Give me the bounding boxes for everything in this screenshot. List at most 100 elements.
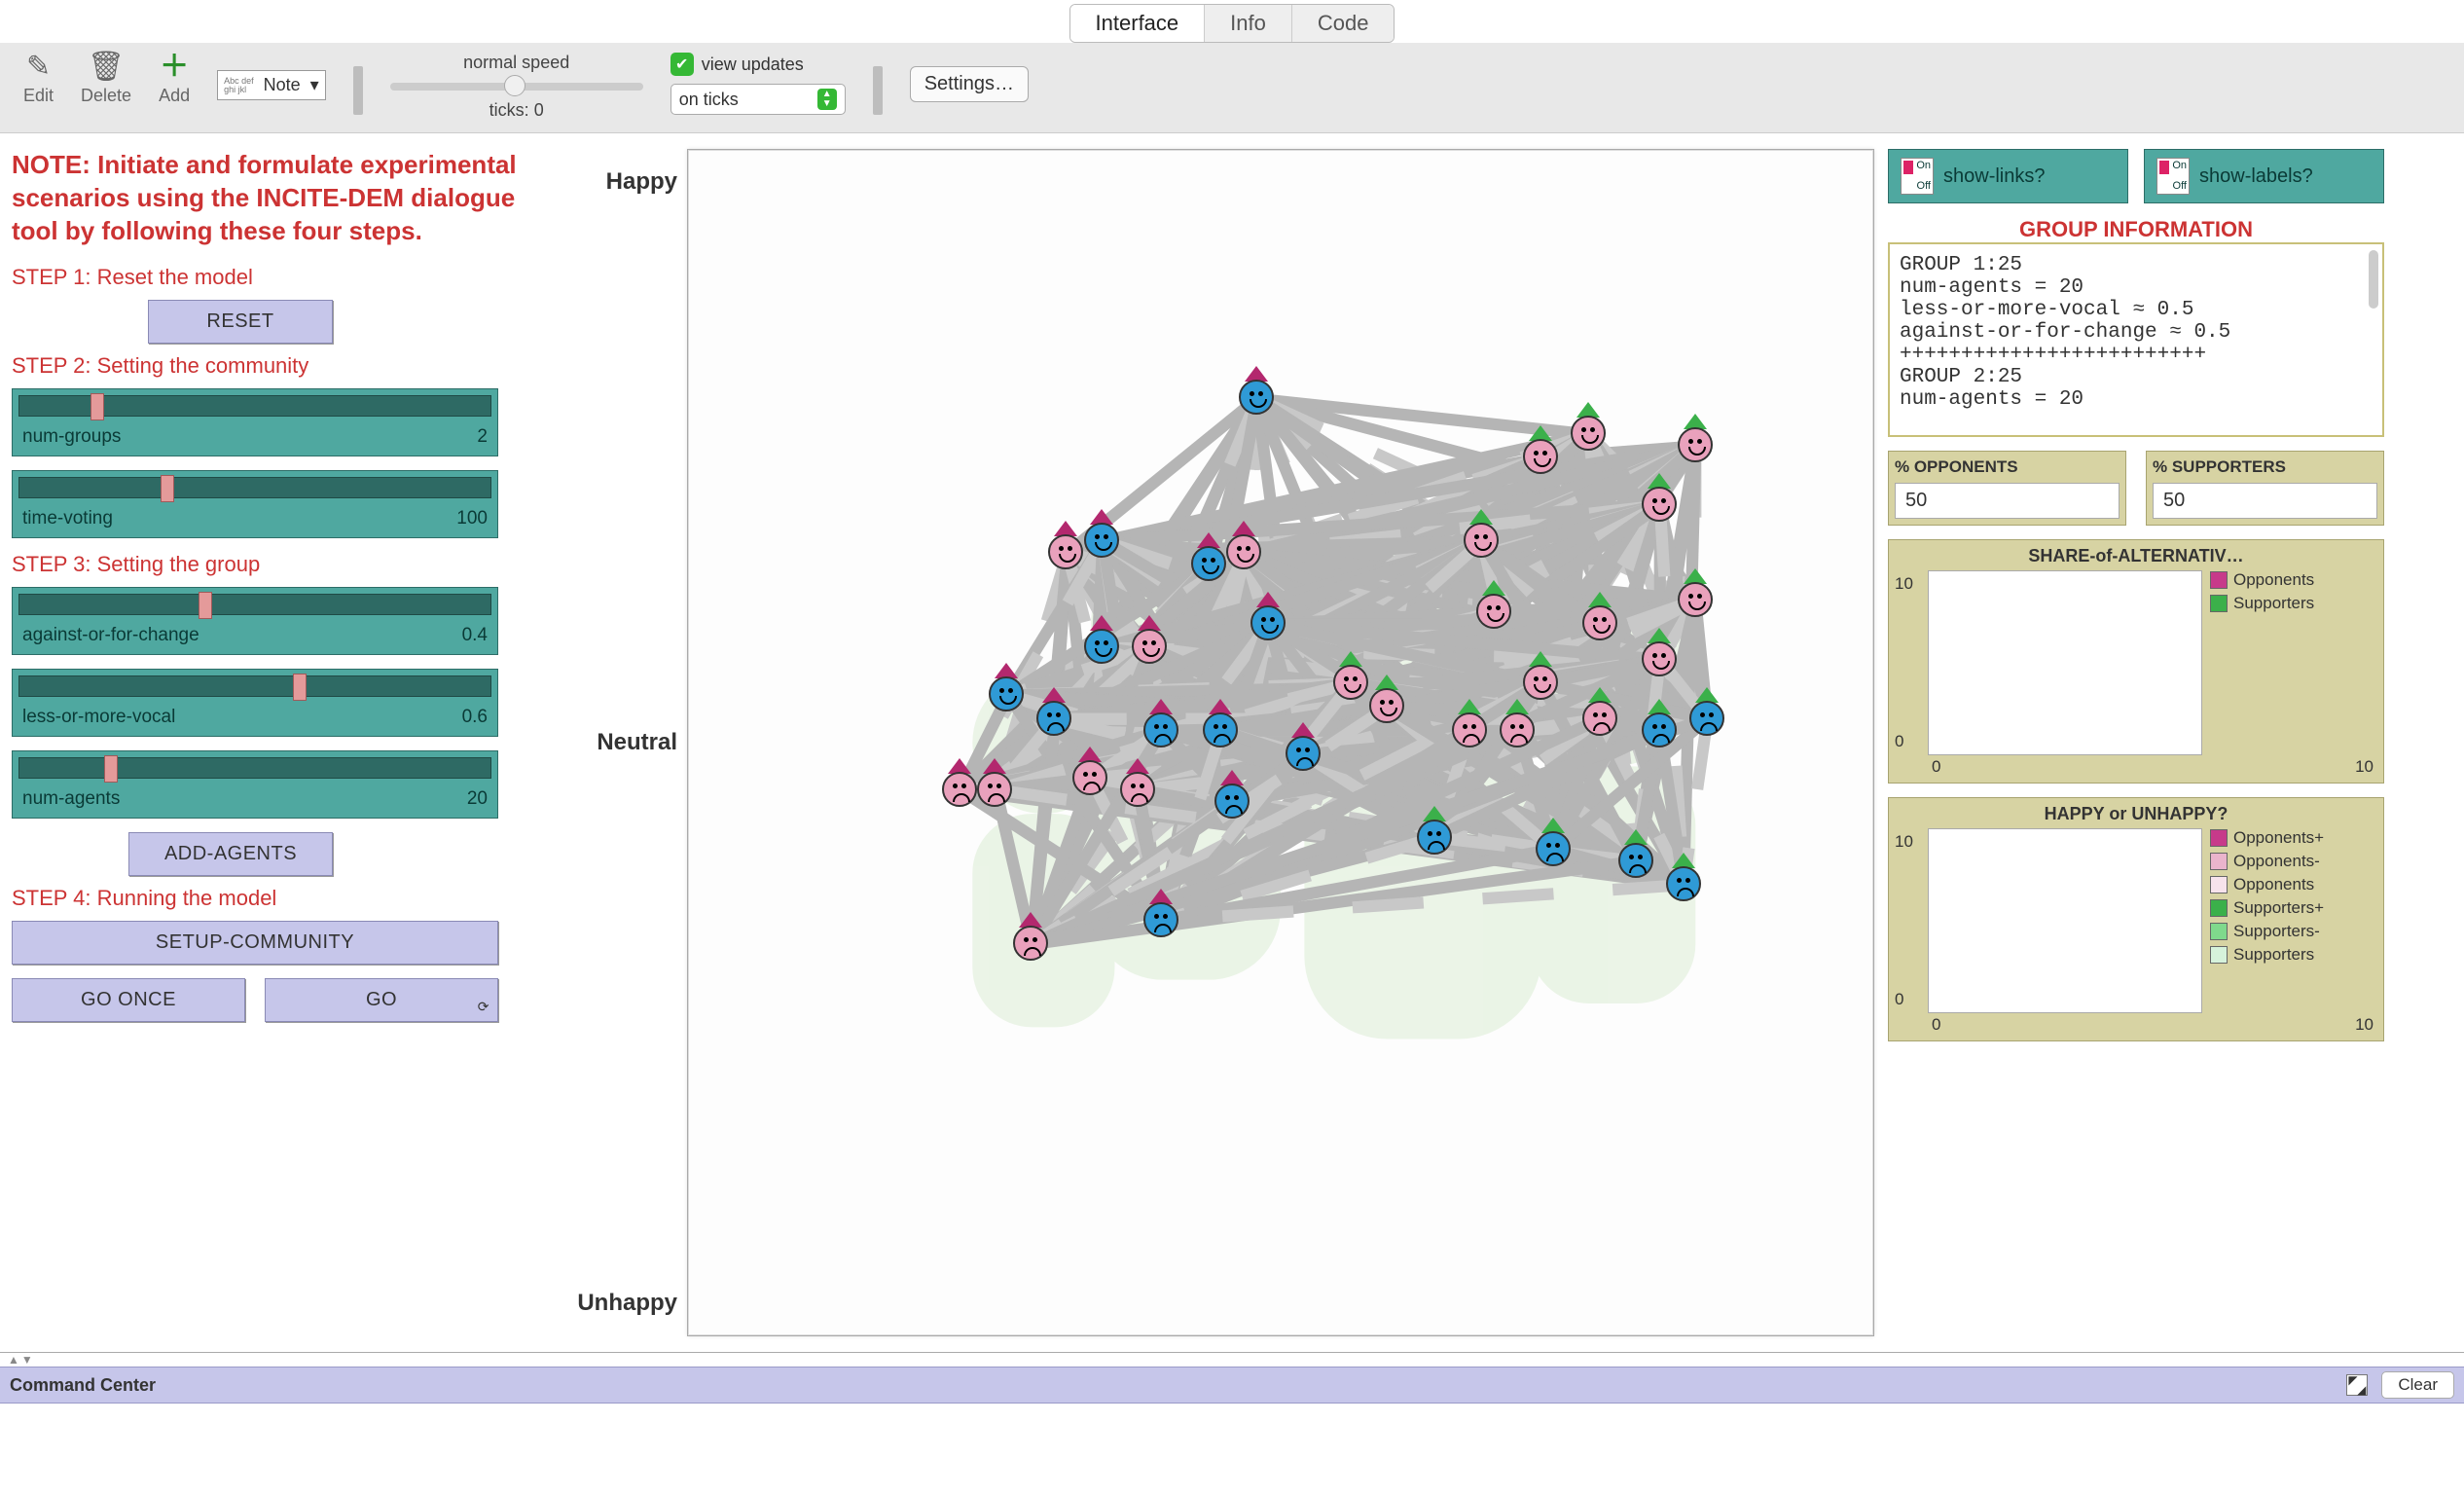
agent[interactable] (1143, 902, 1182, 941)
agent[interactable] (1250, 605, 1289, 644)
slider-against-or-for-change[interactable]: against-or-for-change0.4 (12, 587, 498, 655)
legend-label: Opponents (2233, 875, 2314, 894)
reset-button[interactable]: RESET (148, 300, 333, 344)
divider (353, 66, 363, 115)
expand-icon[interactable] (2346, 1374, 2368, 1396)
agent[interactable] (1689, 701, 1728, 740)
agent[interactable] (1678, 427, 1717, 466)
agent[interactable] (1642, 641, 1681, 680)
agent-face-icon (1417, 820, 1452, 855)
agent[interactable] (1369, 688, 1408, 727)
agent[interactable] (1036, 701, 1075, 740)
toggle-icon: OnOff (1901, 158, 1934, 195)
group-info-block: GROUP INFORMATION GROUP 1:25 num-agents … (1888, 217, 2384, 437)
agent[interactable] (1203, 712, 1242, 751)
agent[interactable] (1226, 534, 1265, 573)
supporters-monitor-label: % SUPPORTERS (2153, 457, 2377, 477)
legend-swatch (2210, 876, 2228, 893)
setup-community-button[interactable]: SETUP-COMMUNITY (12, 921, 498, 965)
group-info-output[interactable]: GROUP 1:25 num-agents = 20 less-or-more-… (1888, 242, 2384, 437)
slider-thumb[interactable] (91, 393, 104, 420)
agent[interactable] (1191, 546, 1230, 585)
agent[interactable] (1239, 380, 1278, 419)
legend-label: Supporters+ (2233, 898, 2324, 918)
agent[interactable] (1582, 701, 1621, 740)
agent[interactable] (1642, 712, 1681, 751)
slider-value: 0.6 (462, 707, 488, 728)
legend-label: Opponents- (2233, 852, 2320, 871)
agent[interactable] (1500, 712, 1539, 751)
chevron-down-icon: ▾ (310, 75, 319, 95)
agent-face-icon (1500, 712, 1535, 748)
plot2-title: HAPPY or UNHAPPY? (1895, 804, 2377, 824)
slider-thumb[interactable] (293, 674, 307, 701)
agent[interactable] (1476, 594, 1515, 633)
agent[interactable] (977, 772, 1016, 811)
agent[interactable] (1464, 523, 1503, 562)
speed-slider[interactable] (390, 83, 643, 91)
world-view[interactable] (687, 149, 1874, 1336)
plus-icon: ＋ (160, 53, 189, 82)
agent[interactable] (1666, 866, 1705, 905)
agent-face-icon (1191, 546, 1226, 581)
toolbar: ✎ Edit 🗑 Delete ＋ Add Abc defghi jkl Not… (0, 43, 2464, 133)
agent[interactable] (989, 676, 1028, 715)
slider-num-agents[interactable]: num-agents20 (12, 750, 498, 819)
element-type-select[interactable]: Abc defghi jkl Note ▾ (217, 70, 326, 100)
slider-num-groups[interactable]: num-groups2 (12, 388, 498, 456)
add-agents-button[interactable]: ADD-AGENTS (128, 832, 333, 876)
slider-less-or-more-vocal[interactable]: less-or-more-vocal0.6 (12, 669, 498, 737)
agent[interactable] (1132, 629, 1171, 668)
agent[interactable] (1523, 665, 1562, 704)
agent[interactable] (1048, 534, 1087, 573)
agent[interactable] (1523, 439, 1562, 478)
tab-interface[interactable]: Interface (1070, 5, 1206, 42)
slider-thumb[interactable] (104, 755, 118, 783)
view-updates-checkbox[interactable]: ✔ (670, 53, 694, 76)
agent[interactable] (1072, 760, 1111, 799)
delete-button[interactable]: 🗑 Delete (81, 53, 131, 106)
scrollbar[interactable] (2369, 250, 2378, 309)
agent[interactable] (1333, 665, 1372, 704)
opponents-monitor-value: 50 (1895, 483, 2120, 519)
agent[interactable] (1214, 784, 1253, 822)
agent[interactable] (1013, 926, 1052, 965)
settings-button[interactable]: Settings… (910, 66, 1029, 102)
tab-code[interactable]: Code (1292, 5, 1395, 42)
agent-face-icon (1084, 523, 1119, 558)
show-labels-label: show-labels? (2199, 165, 2313, 188)
agent[interactable] (1286, 736, 1324, 775)
show-links-switch[interactable]: OnOff show-links? (1888, 149, 2128, 203)
agent[interactable] (1642, 487, 1681, 526)
tab-info[interactable]: Info (1205, 5, 1292, 42)
agent[interactable] (942, 772, 981, 811)
clear-button[interactable]: Clear (2381, 1371, 2454, 1399)
go-once-button[interactable]: GO ONCE (12, 978, 245, 1022)
show-labels-switch[interactable]: OnOff show-labels? (2144, 149, 2384, 203)
group-info-title: GROUP INFORMATION (1888, 217, 2384, 242)
agent[interactable] (1582, 605, 1621, 644)
agent[interactable] (1084, 629, 1123, 668)
note-select-label: Note (264, 75, 301, 95)
update-mode-select[interactable]: on ticks ▲▼ (670, 84, 846, 115)
legend-swatch (2210, 853, 2228, 870)
slider-thumb[interactable] (199, 592, 212, 619)
right-panel: OnOff show-links? OnOff show-labels? GRO… (1888, 149, 2384, 1336)
agent[interactable] (1571, 416, 1610, 455)
slider-time-voting[interactable]: time-voting100 (12, 470, 498, 538)
agent[interactable] (1452, 712, 1491, 751)
speed-thumb[interactable] (504, 75, 525, 96)
view-updates-label: view updates (702, 55, 804, 75)
agent[interactable] (1618, 843, 1657, 882)
slider-thumb[interactable] (161, 475, 174, 502)
agent[interactable] (1084, 523, 1123, 562)
go-button[interactable]: GO⟳ (265, 978, 498, 1022)
agent[interactable] (1536, 831, 1575, 870)
edit-button[interactable]: ✎ Edit (23, 53, 54, 106)
agent[interactable] (1143, 712, 1182, 751)
agent[interactable] (1120, 772, 1159, 811)
agent[interactable] (1678, 582, 1717, 621)
resize-handle-icon[interactable]: ▲▼ (0, 1353, 2464, 1367)
add-button[interactable]: ＋ Add (159, 53, 190, 106)
agent[interactable] (1417, 820, 1456, 858)
